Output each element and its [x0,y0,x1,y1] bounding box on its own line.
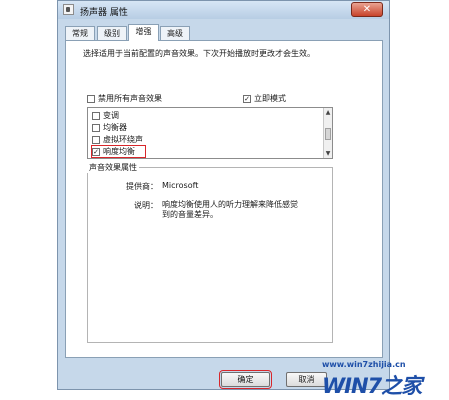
speaker-properties-window: 扬声器 属性 ✕ 常规 级别 增强 高级 选择适用于当前配置的声音效果。下次开始… [57,0,390,390]
check-icon: ✓ [93,147,99,156]
effect-item-equalizer[interactable]: 均衡器 [92,122,127,133]
enhancements-description: 选择适用于当前配置的声音效果。下次开始播放时更改才会生效。 [83,49,315,58]
effect-checkbox[interactable]: ✓ [92,147,100,156]
cancel-button[interactable]: 取消 [286,372,327,387]
tab-general[interactable]: 常规 [65,26,95,40]
disable-all-label: 禁用所有声音效果 [98,94,162,103]
effects-list[interactable]: 变调 均衡器 虚拟环绕声 ✓ 响度均衡 ▲ ▼ [87,107,333,159]
effect-item-loudness-equalization[interactable]: ✓ 响度均衡 [91,145,146,158]
window-title: 扬声器 属性 [80,8,128,18]
disable-all-checkbox[interactable] [87,94,95,103]
description-value: 响度均衡使用人的听力理解来降低感觉到的音量差异。 [162,200,298,219]
effect-item-pitch[interactable]: 变调 [92,110,119,121]
watermark-url: www.win7zhijia.cn [322,360,406,369]
effects-scrollbar[interactable]: ▲ ▼ [323,108,332,158]
tab-advanced[interactable]: 高级 [160,26,190,40]
scroll-up-icon[interactable]: ▲ [324,108,332,117]
effect-label: 响度均衡 [103,147,135,156]
scroll-thumb[interactable] [325,128,331,140]
scroll-down-icon[interactable]: ▼ [324,149,332,158]
effect-properties-legend: 声音效果属性 [87,162,139,173]
immediate-mode-checkbox[interactable]: ✓ [243,94,251,103]
watermark: www.win7zhijia.cn WIN7之家 [322,360,447,398]
check-icon: ✓ [244,94,250,103]
immediate-mode-option[interactable]: ✓ 立即模式 [243,93,286,104]
effect-properties-group [87,167,333,343]
effect-label: 均衡器 [103,123,127,132]
immediate-mode-label: 立即模式 [254,94,286,103]
watermark-logo: WIN7之家 [322,374,422,398]
provider-label: 提供商： [126,182,158,191]
description-label: 说明： [134,201,158,210]
tab-enhancements[interactable]: 增强 [128,24,159,41]
tab-levels[interactable]: 级别 [97,26,127,40]
ok-button[interactable]: 确定 [219,370,272,389]
speaker-app-icon [63,4,74,15]
effect-checkbox[interactable] [92,111,100,120]
effect-label: 变调 [103,111,119,120]
provider-value: Microsoft [162,181,199,190]
effect-checkbox[interactable] [92,135,100,144]
disable-all-option[interactable]: 禁用所有声音效果 [87,93,162,104]
close-button[interactable]: ✕ [351,2,383,17]
close-icon: ✕ [362,4,372,15]
enhancements-panel: 选择适用于当前配置的声音效果。下次开始播放时更改才会生效。 禁用所有声音效果 ✓… [65,40,383,358]
title-bar[interactable]: 扬声器 属性 ✕ [58,1,389,19]
effect-item-virtual-surround[interactable]: 虚拟环绕声 [92,134,143,145]
effect-checkbox[interactable] [92,123,100,132]
effect-label: 虚拟环绕声 [103,135,143,144]
